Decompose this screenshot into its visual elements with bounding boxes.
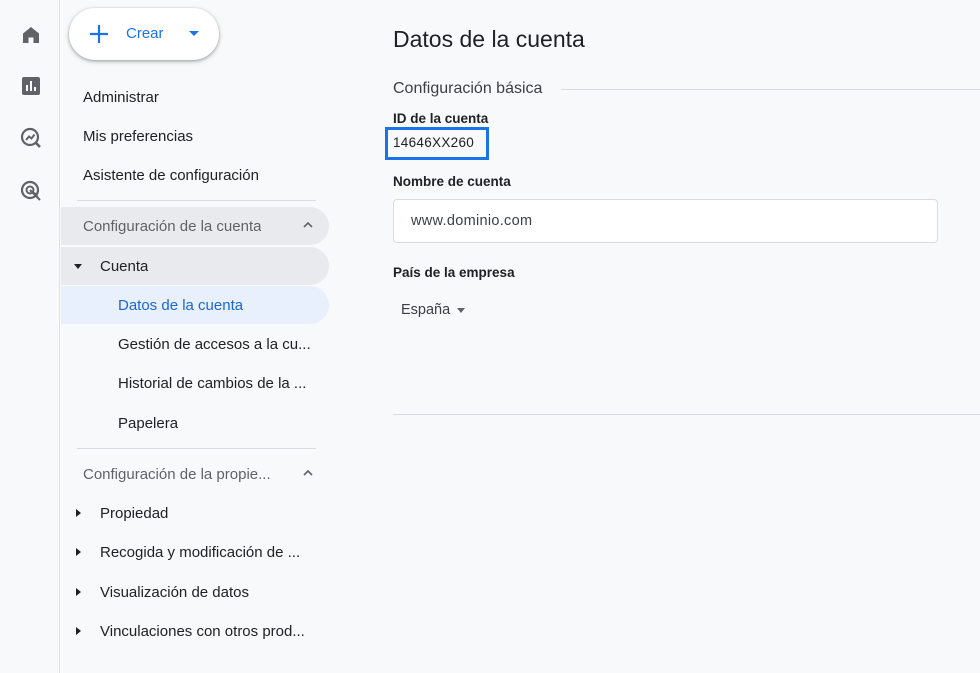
home-icon[interactable] bbox=[15, 19, 47, 51]
sidebar-item-label: Recogida y modificación de ... bbox=[100, 543, 301, 561]
advertising-icon[interactable] bbox=[15, 175, 47, 207]
caret-down-icon bbox=[74, 264, 82, 269]
sidebar-item-label: Administrar bbox=[83, 88, 159, 106]
section-divider bbox=[561, 89, 980, 90]
sidebar-item-label: Cuenta bbox=[100, 257, 149, 275]
account-id-label: ID de la cuenta bbox=[393, 111, 489, 126]
page-title: Datos de la cuenta bbox=[393, 26, 585, 52]
account-id-value: 14646XX260 bbox=[393, 135, 475, 150]
sidebar-item-label: Visualización de datos bbox=[100, 583, 249, 601]
sidebar-group-propiedad[interactable]: Propiedad bbox=[61, 494, 329, 532]
sidebar-item-gestion-accesos[interactable]: Gestión de accesos a la cu... bbox=[61, 325, 329, 363]
caret-right-icon bbox=[76, 588, 81, 596]
create-button-label: Crear bbox=[126, 25, 164, 42]
sidebar-item-administrar[interactable]: Administrar bbox=[61, 78, 329, 116]
explore-icon[interactable] bbox=[15, 122, 47, 154]
section-label: Configuración de la propie... bbox=[83, 465, 271, 483]
sidebar-item-label: Vinculaciones con otros prod... bbox=[100, 622, 305, 640]
sidebar-item-label: Datos de la cuenta bbox=[118, 296, 244, 314]
section-property-settings[interactable]: Configuración de la propie... bbox=[61, 455, 329, 493]
sidebar-item-mis-preferencias[interactable]: Mis preferencias bbox=[61, 117, 329, 155]
country-value: España bbox=[401, 302, 451, 318]
sidebar-group-vinculaciones[interactable]: Vinculaciones con otros prod... bbox=[61, 612, 329, 650]
admin-sidebar: Crear Administrar Mis preferencias Asist… bbox=[61, 0, 337, 673]
sidebar-item-label: Asistente de configuración bbox=[83, 166, 259, 184]
chevron-up-icon bbox=[303, 221, 313, 228]
country-select[interactable]: España bbox=[401, 298, 466, 322]
main-content: Datos de la cuenta Configuración básica … bbox=[385, 0, 980, 673]
create-button[interactable]: Crear bbox=[69, 8, 219, 60]
plus-icon bbox=[90, 25, 108, 43]
sidebar-divider bbox=[77, 200, 316, 201]
sidebar-divider bbox=[77, 448, 316, 449]
sidebar-item-label: Gestión de accesos a la cu... bbox=[118, 335, 311, 353]
sidebar-item-historial-cambios[interactable]: Historial de cambios de la ... bbox=[61, 364, 329, 402]
caret-right-icon bbox=[76, 509, 81, 517]
sidebar-group-cuenta[interactable]: Cuenta bbox=[61, 247, 329, 285]
caret-right-icon bbox=[76, 627, 81, 635]
icon-rail bbox=[0, 0, 60, 673]
caret-down-icon bbox=[457, 307, 466, 313]
content-divider bbox=[393, 414, 980, 415]
sidebar-item-label: Mis preferencias bbox=[83, 127, 194, 145]
caret-right-icon bbox=[76, 548, 81, 556]
sidebar-group-visualizacion[interactable]: Visualización de datos bbox=[61, 573, 329, 611]
sidebar-item-label: Propiedad bbox=[100, 504, 169, 522]
section-label: Configuración de la cuenta bbox=[83, 217, 262, 235]
sidebar-group-recogida[interactable]: Recogida y modificación de ... bbox=[61, 533, 329, 571]
chevron-up-icon bbox=[303, 469, 313, 476]
caret-down-icon bbox=[189, 31, 199, 36]
country-label: País de la empresa bbox=[393, 265, 515, 280]
account-name-field[interactable] bbox=[393, 199, 938, 243]
sidebar-item-datos-de-la-cuenta[interactable]: Datos de la cuenta bbox=[61, 286, 329, 324]
sidebar-item-papelera[interactable]: Papelera bbox=[61, 404, 329, 442]
sidebar-item-label: Historial de cambios de la ... bbox=[118, 374, 307, 392]
sidebar-item-asistente[interactable]: Asistente de configuración bbox=[61, 156, 329, 194]
account-name-label: Nombre de cuenta bbox=[393, 174, 511, 189]
reports-icon[interactable] bbox=[15, 70, 47, 102]
sidebar-item-label: Papelera bbox=[118, 414, 179, 432]
section-title: Configuración básica bbox=[393, 80, 543, 97]
section-account-settings[interactable]: Configuración de la cuenta bbox=[61, 207, 329, 245]
